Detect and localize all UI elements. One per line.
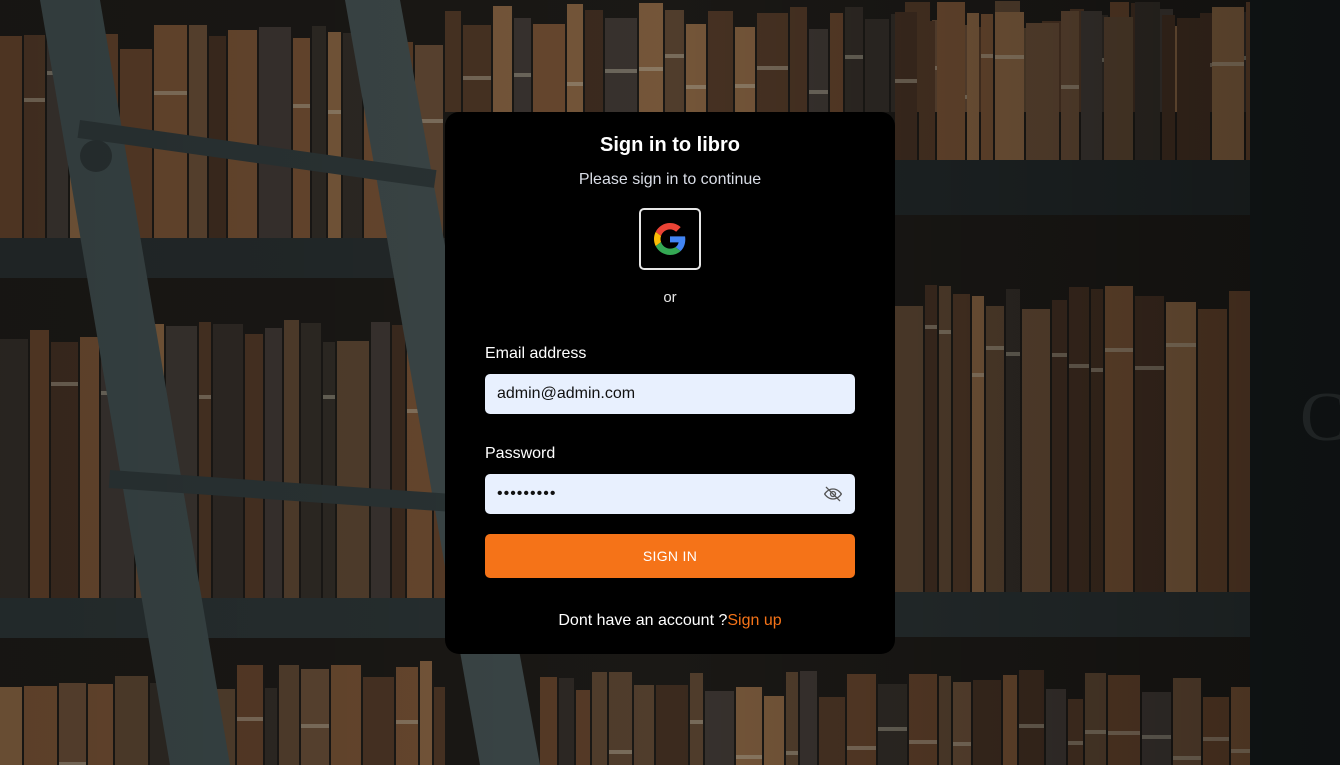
signup-prompt-text: Dont have an account ?	[558, 612, 728, 629]
sign-in-button[interactable]: SIGN IN	[485, 534, 855, 578]
password-label: Password	[485, 445, 556, 462]
sign-up-link[interactable]: Sign up	[727, 612, 781, 629]
google-logo-icon	[654, 223, 686, 255]
email-label: Email address	[485, 345, 587, 362]
page-title: Sign in to libro	[600, 134, 740, 156]
signup-prompt: Dont have an account ?Sign up	[445, 612, 895, 630]
password-field[interactable]	[485, 474, 855, 514]
sign-in-card: Sign in to libro Please sign in to conti…	[445, 112, 895, 654]
eye-slash-icon[interactable]	[823, 484, 843, 504]
email-field[interactable]	[485, 374, 855, 414]
page-subtitle: Please sign in to continue	[578, 171, 762, 188]
google-sign-in-button[interactable]	[639, 208, 701, 270]
divider-text: or	[663, 289, 677, 306]
